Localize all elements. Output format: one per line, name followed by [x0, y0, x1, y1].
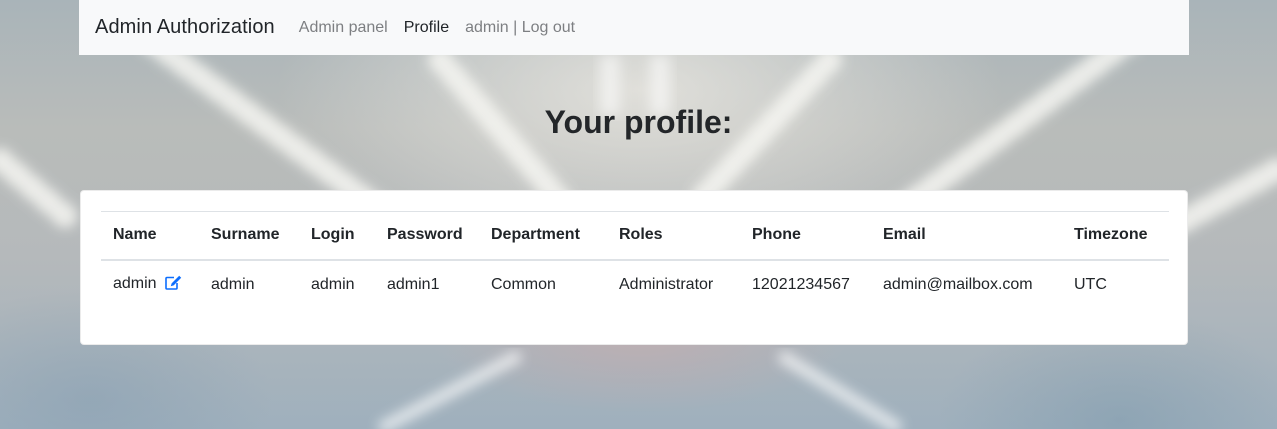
header-phone: Phone [752, 226, 801, 244]
profile-card: Name Surname Login Password Department R… [80, 190, 1188, 345]
cell-email: admin@mailbox.com [883, 276, 1033, 293]
table-header-row: Name Surname Login Password Department R… [101, 211, 1169, 260]
header-surname: Surname [211, 226, 280, 244]
header-password: Password [387, 226, 463, 244]
header-department: Department [491, 226, 580, 244]
cell-password: admin1 [387, 276, 440, 293]
cell-name: admin [101, 260, 199, 310]
cell-login: admin [311, 276, 355, 293]
nav-user-logout[interactable]: admin | Log out [465, 19, 575, 37]
cell-phone: 12021234567 [752, 276, 850, 293]
header-name: Name [113, 226, 157, 244]
navbar: Admin Authorization Admin panel Profile … [79, 0, 1189, 55]
nav-link-profile[interactable]: Profile [404, 19, 449, 37]
cell-timezone: UTC [1074, 276, 1107, 293]
header-email: Email [883, 226, 926, 244]
edit-icon[interactable] [165, 275, 182, 295]
cell-surname: admin [211, 276, 255, 293]
cell-name-text: admin [113, 275, 157, 292]
cell-roles: Administrator [619, 276, 714, 293]
nav-link-admin-panel[interactable]: Admin panel [299, 19, 388, 37]
header-roles: Roles [619, 226, 663, 244]
header-login: Login [311, 226, 355, 244]
navbar-brand[interactable]: Admin Authorization [95, 16, 275, 39]
page-title: Your profile: [544, 104, 733, 140]
header-timezone: Timezone [1074, 226, 1148, 244]
cell-department: Common [491, 276, 556, 293]
profile-table: Name Surname Login Password Department R… [101, 211, 1169, 310]
table-row: admin admin admin admin1 Common Administ… [101, 260, 1169, 310]
